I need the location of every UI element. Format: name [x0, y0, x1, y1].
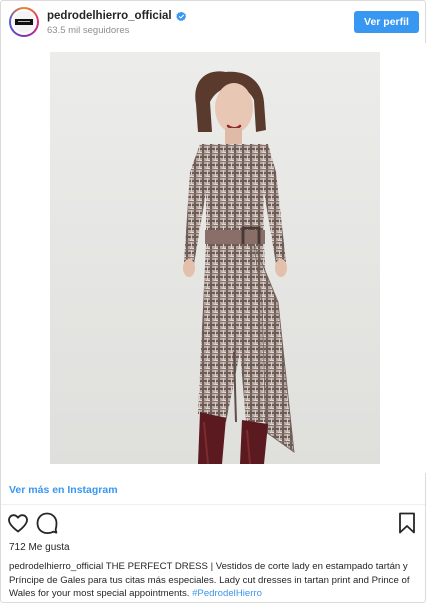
verified-badge-icon — [175, 11, 186, 21]
view-profile-button[interactable]: Ver perfil — [354, 11, 419, 33]
divider — [1, 504, 425, 505]
post-photo[interactable] — [50, 52, 380, 464]
bookmark-outline-icon[interactable] — [395, 511, 419, 535]
photo-illustration — [50, 52, 380, 464]
view-more-instagram-link[interactable]: Ver más en Instagram — [9, 484, 118, 496]
post-actions — [1, 511, 425, 539]
like-count[interactable]: 712 Me gusta — [9, 542, 70, 553]
post-caption: pedrodelhierro_official THE PERFECT DRES… — [9, 560, 421, 601]
follower-count: 63.5 mil seguidores — [47, 25, 130, 36]
avatar[interactable] — [9, 7, 39, 37]
heart-outline-icon[interactable] — [6, 511, 30, 535]
post-media[interactable] — [1, 43, 426, 473]
brand-logo-icon — [15, 19, 33, 25]
caption-username[interactable]: pedrodelhierro_official — [9, 561, 103, 572]
post-header: pedrodelhierro_official 63.5 mil seguido… — [1, 1, 425, 43]
hashtag-link[interactable]: #PedrodelHierro — [192, 588, 262, 599]
comment-bubble-icon[interactable] — [35, 511, 59, 535]
username-link[interactable]: pedrodelhierro_official — [47, 10, 172, 22]
instagram-embed-card: pedrodelhierro_official 63.5 mil seguido… — [0, 0, 426, 603]
